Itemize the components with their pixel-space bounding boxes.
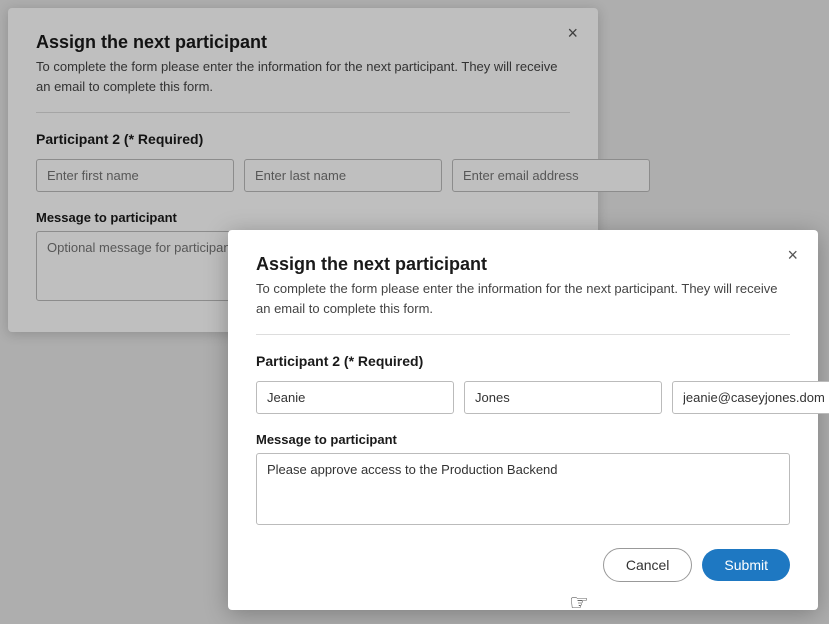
bg-fields-row xyxy=(36,159,570,192)
fg-message-label: Message to participant xyxy=(256,432,790,447)
submit-button[interactable]: Submit xyxy=(702,549,790,581)
fg-dialog-description: To complete the form please enter the in… xyxy=(256,279,790,318)
bg-email-input[interactable] xyxy=(452,159,650,192)
fg-fields-row xyxy=(256,381,790,414)
bg-dialog-description: To complete the form please enter the in… xyxy=(36,57,570,96)
fg-email-input[interactable] xyxy=(672,381,829,414)
fg-divider xyxy=(256,334,790,335)
fg-message-textarea[interactable] xyxy=(256,453,790,525)
bg-close-button[interactable]: × xyxy=(567,24,578,42)
foreground-dialog: Assign the next participant × To complet… xyxy=(228,230,818,610)
bg-participant-label: Participant 2 (* Required) xyxy=(36,131,570,147)
fg-last-name-input[interactable] xyxy=(464,381,662,414)
fg-close-button[interactable]: × xyxy=(787,246,798,264)
fg-first-name-input[interactable] xyxy=(256,381,454,414)
fg-participant-label: Participant 2 (* Required) xyxy=(256,353,790,369)
fg-dialog-title: Assign the next participant xyxy=(256,254,790,275)
bg-message-label: Message to participant xyxy=(36,210,570,225)
bg-dialog-title: Assign the next participant xyxy=(36,32,570,53)
cancel-button[interactable]: Cancel xyxy=(603,548,693,582)
bg-last-name-input[interactable] xyxy=(244,159,442,192)
bg-first-name-input[interactable] xyxy=(36,159,234,192)
fg-actions: Cancel Submit xyxy=(256,548,790,582)
bg-divider xyxy=(36,112,570,113)
